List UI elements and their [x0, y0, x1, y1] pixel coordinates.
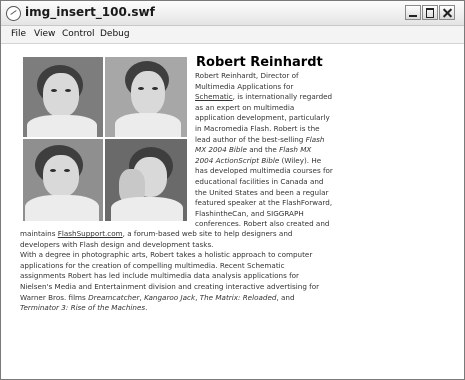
flash-player-icon	[6, 6, 21, 21]
bio-line: FlashintheCan, and SIGGRAPH	[195, 209, 340, 220]
bio-text: has developed multimedia courses for	[195, 166, 333, 176]
maximize-button[interactable]	[422, 5, 438, 20]
portrait-photo-1	[23, 57, 103, 137]
bio-text: featured speaker at the FlashForward,	[195, 198, 333, 208]
bio-line: applications for the creation of compell…	[20, 261, 440, 272]
menu-view[interactable]: View	[34, 29, 55, 39]
bio-link[interactable]: FlashSupport.com	[58, 229, 123, 238]
bio-line: developers with Flash design and develop…	[20, 240, 440, 251]
bio-text: applications for the creation of compell…	[20, 260, 285, 270]
menu-debug[interactable]: Debug	[100, 29, 130, 39]
bio-text: educational facilities in Canada and	[195, 176, 324, 186]
bio-text: (Wiley). He	[279, 155, 322, 165]
bio-line: Schematic, is internationally regarded	[195, 92, 340, 103]
bio-italic-title: Kangaroo Jack	[144, 292, 196, 302]
bio-text: Nielsen's Media and Entertainment divisi…	[20, 281, 320, 291]
minimize-button[interactable]	[405, 5, 421, 20]
portrait-photo-3	[23, 139, 103, 221]
bio-italic-title: MX 2004 Bible	[195, 145, 247, 155]
bio-line: as an expert on multimedia	[195, 103, 340, 114]
bio-text: lead author of the best-selling	[195, 134, 306, 144]
bio-line: Terminator 3: Rise of the Machines.	[20, 303, 440, 314]
bio-text: conferences. Robert also created and	[195, 219, 330, 229]
portrait-photo-2	[105, 57, 187, 137]
bio-italic-title: Dreamcatcher	[88, 292, 140, 302]
bio-text: and the	[246, 145, 280, 155]
menu-bar: File View Control Debug	[1, 26, 464, 44]
bio-line: Robert Reinhardt, Director of	[195, 71, 340, 82]
bio-text: Robert Reinhardt, Director of	[195, 71, 299, 80]
portrait-photo-4	[105, 139, 187, 221]
bio-link[interactable]: Schematic	[195, 92, 233, 101]
bio-text: developers with Flash design and develop…	[20, 239, 214, 249]
menu-file[interactable]: File	[11, 29, 26, 39]
bio-line: 2004 ActionScript Bible (Wiley). He	[195, 156, 340, 167]
window-title: img_insert_100.swf	[25, 5, 155, 19]
bio-line: featured speaker at the FlashForward,	[195, 198, 340, 209]
bio-text: application development, particularly	[195, 113, 330, 123]
bio-text: Multimedia Applications for	[195, 81, 294, 91]
title-bar[interactable]: img_insert_100.swf	[1, 1, 464, 26]
bio-text: the United States and been a regular	[195, 187, 329, 197]
close-button[interactable]	[439, 5, 455, 20]
bio-line: lead author of the best-selling Flash	[195, 135, 340, 146]
bio-text: maintains	[20, 229, 58, 238]
bio-line: Nielsen's Media and Entertainment divisi…	[20, 282, 440, 293]
swf-content-area: Robert Reinhardt Robert Reinhardt, Direc…	[1, 44, 464, 379]
bio-line: educational facilities in Canada and	[195, 177, 340, 188]
profile-name: Robert Reinhardt	[196, 55, 323, 70]
bio-text: With a degree in photographic arts, Robe…	[20, 250, 313, 260]
bio-line: assignments Robert has led include multi…	[20, 271, 440, 282]
bio-text: , is internationally regarded	[232, 92, 333, 102]
bio-line: With a degree in photographic arts, Robe…	[20, 250, 440, 261]
bio-line: Multimedia Applications for	[195, 82, 340, 93]
bio-line: MX 2004 Bible and the Flash MX	[195, 145, 340, 156]
bio-italic-title: 2004 ActionScript Bible	[195, 155, 280, 165]
menu-control[interactable]: Control	[62, 29, 95, 39]
bio-line: has developed multimedia courses for	[195, 166, 340, 177]
bio-text: Warner Bros. films	[20, 292, 89, 302]
bio-italic-title: Flash	[305, 134, 325, 144]
bio-italic-title: Flash MX	[279, 145, 312, 155]
bio-text: as an expert on multimedia	[195, 102, 295, 112]
bio-text: FlashintheCan, and SIGGRAPH	[195, 208, 304, 218]
bio-text-column: Robert Reinhardt, Director of Multimedia …	[195, 71, 340, 230]
bio-italic-title: Terminator 3: Rise of the Machines	[20, 303, 146, 313]
bio-line: in Macromedia Flash. Robert is the	[195, 124, 340, 135]
app-window: img_insert_100.swf File View Control Deb…	[0, 0, 465, 380]
bio-line: maintains FlashSupport.com, a forum-base…	[20, 229, 440, 240]
bio-text: .	[145, 303, 148, 313]
bio-text: , a forum-based web site to help designe…	[122, 229, 293, 238]
bio-line: Warner Bros. films Dreamcatcher, Kangaro…	[20, 293, 440, 304]
bio-text: , and	[276, 292, 295, 302]
bio-text: in Macromedia Flash. Robert is the	[195, 123, 320, 133]
bio-line: the United States and been a regular	[195, 188, 340, 199]
bio-text-full-width: maintains FlashSupport.com, a forum-base…	[20, 229, 440, 314]
bio-line: application development, particularly	[195, 113, 340, 124]
bio-text: assignments Robert has led include multi…	[20, 271, 299, 281]
bio-italic-title: The Matrix: Reloaded	[199, 292, 277, 302]
